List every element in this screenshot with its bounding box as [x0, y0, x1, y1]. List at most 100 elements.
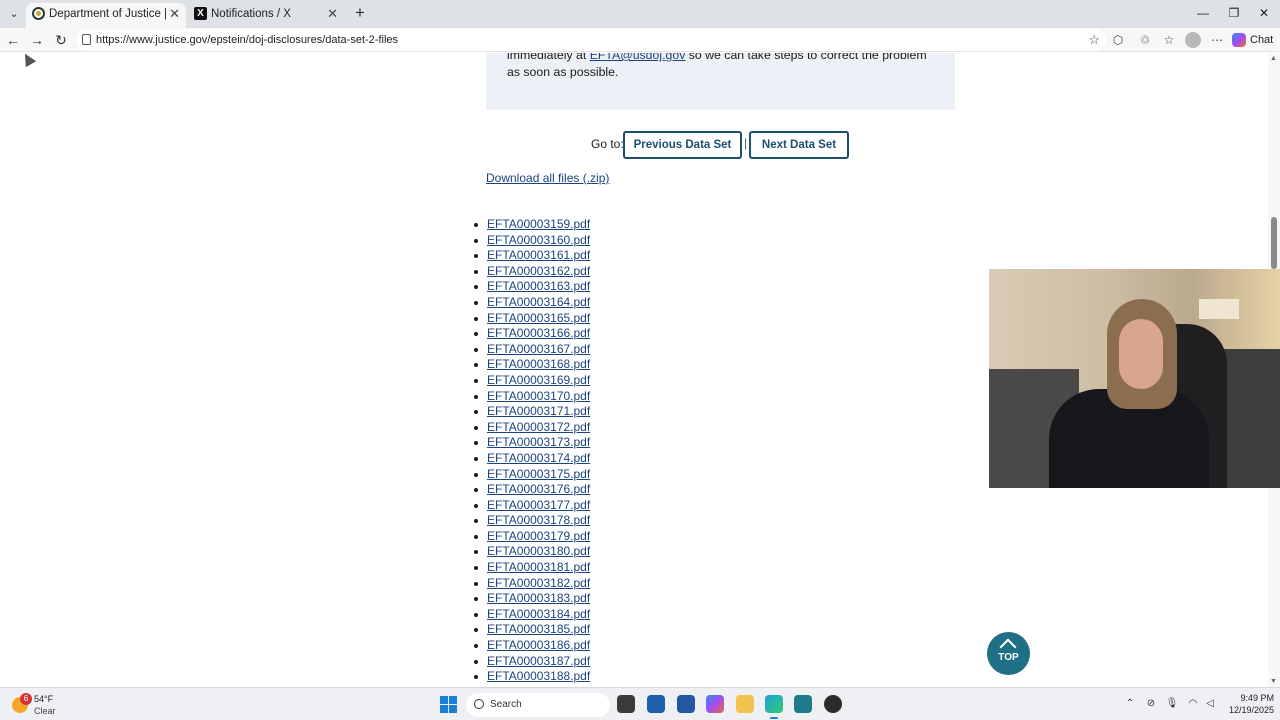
- volume-icon[interactable]: ◁: [1203, 697, 1217, 711]
- back-to-top-button[interactable]: TOP: [987, 632, 1030, 675]
- microphone-icon[interactable]: 🎙: [1165, 697, 1179, 711]
- list-item: EFTA00003185.pdf: [470, 622, 670, 638]
- next-data-set-button[interactable]: Next Data Set: [749, 131, 849, 159]
- file-link[interactable]: EFTA00003183.pdf: [487, 591, 590, 605]
- previous-data-set-button[interactable]: Previous Data Set: [623, 131, 742, 159]
- list-item: EFTA00003166.pdf: [470, 326, 670, 342]
- tab-title: Department of Justice | Data Set 2: [49, 8, 167, 20]
- scroll-down-icon[interactable]: ▼: [1270, 678, 1277, 685]
- file-link[interactable]: EFTA00003185.pdf: [487, 622, 590, 636]
- close-tab-icon[interactable]: ✕: [327, 3, 338, 25]
- file-list: EFTA00003159.pdf EFTA00003160.pdf EFTA0000…: [470, 217, 670, 685]
- site-info-icon[interactable]: [82, 34, 91, 45]
- app-list-icon[interactable]: [794, 695, 812, 713]
- file-link[interactable]: EFTA00003164.pdf: [487, 295, 590, 309]
- list-item: EFTA00003169.pdf: [470, 373, 670, 389]
- file-link[interactable]: EFTA00003165.pdf: [487, 311, 590, 325]
- wifi-icon[interactable]: ◠: [1186, 697, 1200, 711]
- close-window-icon[interactable]: ✕: [1249, 3, 1279, 23]
- restore-icon[interactable]: ❐: [1219, 3, 1249, 23]
- file-link[interactable]: EFTA00003171.pdf: [487, 404, 590, 418]
- list-item: EFTA00003184.pdf: [470, 607, 670, 623]
- refresh-icon[interactable]: ↻: [51, 30, 71, 50]
- file-link[interactable]: EFTA00003180.pdf: [487, 544, 590, 558]
- tab-doj-data-set[interactable]: Department of Justice | Data Set 2 ✕: [26, 3, 186, 28]
- scroll-up-icon[interactable]: ▲: [1270, 55, 1277, 62]
- show-hidden-icons-icon[interactable]: ⌃: [1123, 697, 1137, 711]
- list-item: EFTA00003163.pdf: [470, 279, 670, 295]
- store-icon[interactable]: [677, 695, 695, 713]
- edge-browser-icon[interactable]: [765, 695, 783, 719]
- recording-app-icon[interactable]: [824, 695, 842, 713]
- url-text[interactable]: https://www.justice.gov/epstein/doj-disc…: [96, 29, 398, 51]
- list-item: EFTA00003188.pdf: [470, 669, 670, 685]
- forward-icon[interactable]: →: [27, 30, 47, 50]
- security-shield-icon[interactable]: [647, 695, 665, 713]
- file-link[interactable]: EFTA00003177.pdf: [487, 498, 590, 512]
- weather-alert-badge: 6: [20, 693, 32, 705]
- file-link[interactable]: EFTA00003176.pdf: [487, 482, 590, 496]
- file-link[interactable]: EFTA00003172.pdf: [487, 420, 590, 434]
- start-button-icon[interactable]: [440, 696, 457, 713]
- file-link[interactable]: EFTA00003159.pdf: [487, 217, 590, 231]
- file-link[interactable]: EFTA00003174.pdf: [487, 451, 590, 465]
- minimize-icon[interactable]: —: [1188, 3, 1218, 23]
- notifications-off-icon[interactable]: ⊘: [1144, 697, 1158, 711]
- list-item: EFTA00003160.pdf: [470, 233, 670, 249]
- list-item: EFTA00003170.pdf: [470, 389, 670, 405]
- file-link[interactable]: EFTA00003179.pdf: [487, 529, 590, 543]
- weather-widget[interactable]: 6 54°F Clear: [12, 691, 72, 719]
- file-link[interactable]: EFTA00003161.pdf: [487, 248, 590, 262]
- address-bar[interactable]: https://www.justice.gov/epstein/doj-disc…: [76, 29, 1106, 51]
- file-link[interactable]: EFTA00003160.pdf: [487, 233, 590, 247]
- file-link[interactable]: EFTA00003173.pdf: [487, 435, 590, 449]
- browser-essentials-icon[interactable]: ♲: [1137, 32, 1153, 48]
- doj-seal-icon: [32, 7, 45, 20]
- taskbar-search[interactable]: Search: [466, 693, 610, 717]
- tab-actions-menu-icon[interactable]: ⌄: [4, 5, 24, 23]
- file-link[interactable]: EFTA00003178.pdf: [487, 513, 590, 527]
- task-view-icon[interactable]: [617, 695, 635, 713]
- scrollbar-thumb[interactable]: [1271, 217, 1277, 269]
- list-item: EFTA00003174.pdf: [470, 451, 670, 467]
- file-link[interactable]: EFTA00003181.pdf: [487, 560, 590, 574]
- file-link[interactable]: EFTA00003163.pdf: [487, 279, 590, 293]
- file-link[interactable]: EFTA00003184.pdf: [487, 607, 590, 621]
- file-link[interactable]: EFTA00003169.pdf: [487, 373, 590, 387]
- file-link[interactable]: EFTA00003182.pdf: [487, 576, 590, 590]
- new-tab-icon[interactable]: +: [350, 3, 370, 23]
- file-link[interactable]: EFTA00003170.pdf: [487, 389, 590, 403]
- list-item: EFTA00003183.pdf: [470, 591, 670, 607]
- list-item: EFTA00003178.pdf: [470, 513, 670, 529]
- notice-text: immediately at EFTA@usdoj.gov so we can …: [507, 53, 937, 80]
- nav-separator: |: [744, 136, 748, 150]
- chat-button[interactable]: Chat: [1232, 30, 1273, 50]
- windows-taskbar: 6 54°F Clear Search ⌃ ⊘ 🎙 ◠ ◁ 9:49 PM 12…: [0, 687, 1280, 720]
- back-icon[interactable]: ←: [3, 30, 23, 50]
- file-explorer-icon[interactable]: [736, 695, 754, 713]
- file-link[interactable]: EFTA00003187.pdf: [487, 654, 590, 668]
- file-link[interactable]: EFTA00003175.pdf: [487, 467, 590, 481]
- email-link[interactable]: EFTA@usdoj.gov: [590, 53, 686, 62]
- tab-x-notifications[interactable]: X Notifications / X ✕: [188, 3, 344, 28]
- favorites-icon[interactable]: ☆: [1161, 32, 1177, 48]
- download-all-zip-link[interactable]: Download all files (.zip): [486, 171, 609, 185]
- extensions-icon[interactable]: ⬡: [1110, 32, 1126, 48]
- profile-avatar[interactable]: [1185, 32, 1201, 48]
- taskbar-search-placeholder: Search: [490, 699, 522, 710]
- file-link[interactable]: EFTA00003168.pdf: [487, 357, 590, 371]
- list-item: EFTA00003181.pdf: [470, 560, 670, 576]
- tab-title: Notifications / X: [211, 8, 291, 20]
- file-link[interactable]: EFTA00003166.pdf: [487, 326, 590, 340]
- file-link[interactable]: EFTA00003167.pdf: [487, 342, 590, 356]
- close-tab-icon[interactable]: ✕: [169, 3, 180, 25]
- copilot-app-icon[interactable]: [706, 695, 724, 713]
- tab-strip: ⌄ Department of Justice | Data Set 2 ✕ X…: [0, 0, 1280, 28]
- webcam-overlay: [989, 269, 1280, 488]
- more-menu-icon[interactable]: ⋯: [1209, 32, 1225, 48]
- system-clock[interactable]: 9:49 PM 12/19/2025: [1222, 692, 1274, 716]
- favorite-star-icon[interactable]: ☆: [1088, 29, 1100, 51]
- file-link[interactable]: EFTA00003186.pdf: [487, 638, 590, 652]
- file-link[interactable]: EFTA00003188.pdf: [487, 669, 590, 683]
- file-link[interactable]: EFTA00003162.pdf: [487, 264, 590, 278]
